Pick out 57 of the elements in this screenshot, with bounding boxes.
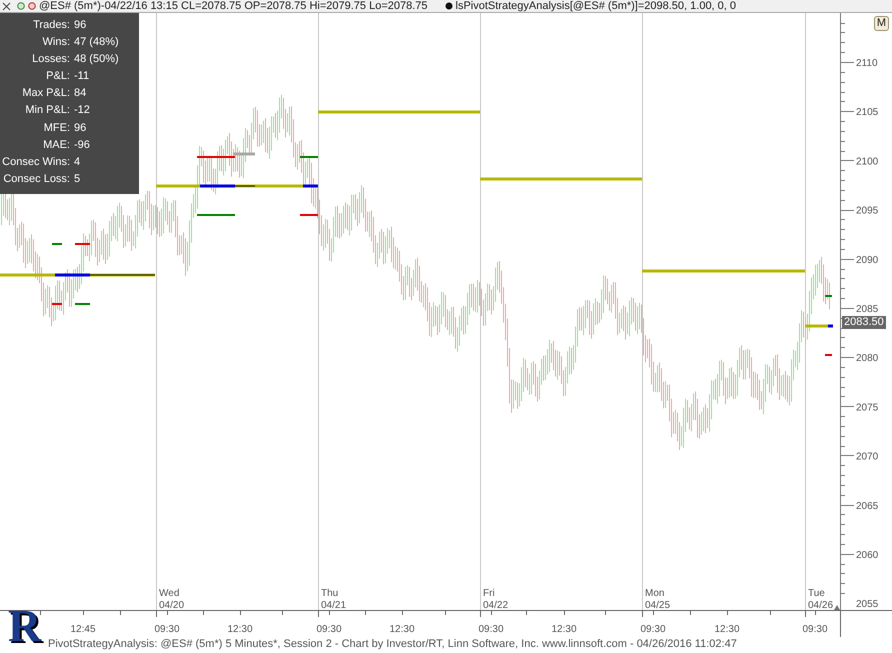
- stat-label: Wins:: [42, 35, 70, 50]
- circle-icon[interactable]: [28, 2, 36, 10]
- stat-value: 84: [74, 86, 88, 102]
- stat-value: -12: [74, 103, 91, 118]
- stat-label: MAE:: [42, 138, 70, 153]
- m-button[interactable]: M: [874, 16, 889, 31]
- time-axis-label: 09:30: [316, 624, 342, 635]
- stat-label: Consec Wins:: [1, 154, 70, 170]
- day-label: Tue 04/26: [808, 588, 834, 610]
- time-axis-label: 09:30: [802, 624, 828, 635]
- time-axis-label: 12:45: [70, 624, 96, 635]
- stat-label: Trades:: [32, 18, 70, 33]
- price-axis-label: 2055: [856, 599, 878, 610]
- stat-value: 96: [74, 120, 88, 136]
- time-axis-label: 12:30: [389, 624, 415, 635]
- time-axis-label: 09:30: [478, 624, 504, 635]
- price-axis-label: 2065: [856, 500, 878, 512]
- day-label: Fri 04/22: [483, 588, 508, 610]
- stat-value: -11: [74, 69, 90, 84]
- time-axis-label: 09:30: [154, 624, 180, 635]
- stat-value: 96: [74, 18, 88, 33]
- price-axis-label: 2085: [856, 304, 878, 315]
- logo: R: [8, 601, 43, 651]
- price-axis-label: 2105: [856, 107, 878, 118]
- stat-value: -96: [74, 138, 91, 153]
- time-axis-label: 12:30: [551, 624, 577, 635]
- stat-value: 4: [74, 154, 82, 170]
- time-axis-label: 12:30: [227, 624, 253, 635]
- day-label: Wed 04/20: [159, 588, 184, 610]
- stat-value: 5: [74, 172, 82, 187]
- price-axis-label: 2100: [856, 156, 878, 168]
- stat-label: MFE:: [42, 120, 70, 136]
- price-axis-label: 2110: [856, 58, 878, 69]
- stat-label: Losses:: [31, 52, 70, 68]
- price-axis-label: 2080: [856, 353, 878, 364]
- price-axis-label: 2060: [856, 550, 878, 561]
- stat-label: Consec Loss:: [2, 172, 70, 187]
- time-axis-label: 12:30: [714, 624, 740, 635]
- stat-value: 48 (50%): [74, 52, 120, 68]
- day-label: Mon 04/25: [645, 588, 670, 610]
- price-axis-label: 2090: [856, 254, 878, 266]
- stat-label: P&L:: [45, 69, 70, 84]
- stat-value: 47 (48%): [74, 35, 120, 50]
- close-icon[interactable]: [2, 2, 11, 10]
- status-text: PivotStrategyAnalysis: @ES# (5m*) 5 Minutes*, Session 2 - Chart by Investor/RT, Linn Software, Inc. www.linnsoft.com - 04/26/2016 11:02:47: [48, 637, 737, 652]
- time-axis-label: 09:30: [640, 624, 666, 635]
- symbol-info: @ES# (5m*)-04/22/16 13:15 CL=2078.75 OP=2078.75 Hi=2079.75 Lo=2078.75: [39, 0, 428, 12]
- price-axis-label: 2075: [856, 402, 878, 414]
- study-info: lsPivotStrategyAnalysis[@ES# (5m*)]=2098.50, 1.00, 0, 0: [456, 0, 736, 12]
- stat-label: Max P&L:: [21, 86, 70, 102]
- price-axis-label: 2070: [856, 452, 878, 463]
- circle-icon[interactable]: [17, 2, 25, 10]
- stat-label: Min P&L:: [24, 103, 70, 118]
- dot-icon: [444, 2, 453, 10]
- last-price-label: 2083.50: [842, 316, 886, 329]
- day-label: Thu 04/21: [321, 588, 346, 610]
- price-axis-label: 2095: [856, 206, 878, 217]
